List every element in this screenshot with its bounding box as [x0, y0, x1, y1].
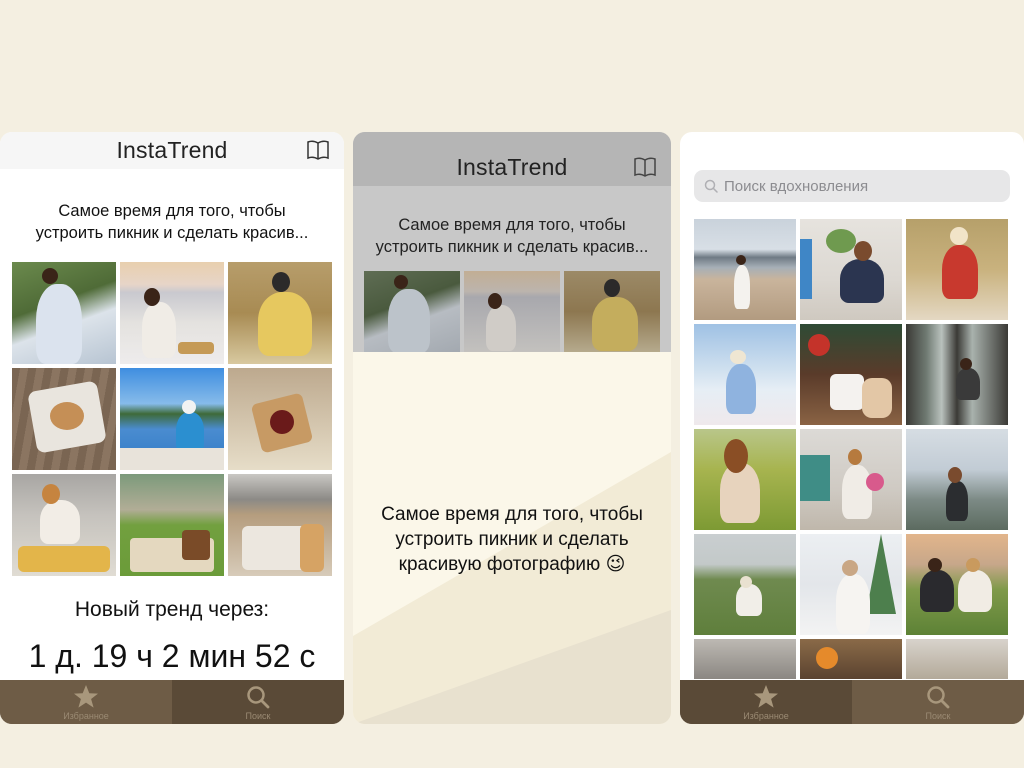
onboarding-line-3: красивую фотографию 😉 [398, 554, 626, 575]
tab-bar: Избранное Поиск [680, 680, 1024, 724]
trend-photo[interactable] [120, 262, 224, 364]
app-title: InstaTrend [456, 153, 568, 180]
trend-photo[interactable] [228, 262, 332, 364]
trend-photo[interactable] [228, 474, 332, 576]
inspiration-photo[interactable] [800, 219, 902, 320]
app-title: InstaTrend [116, 137, 228, 163]
trend-photo-grid [12, 262, 332, 576]
countdown-label: Новый тренд через: [74, 598, 270, 621]
dimmed-preview: InstaTrend Самое время для того, чтобы у… [353, 132, 671, 352]
trend-photo [564, 271, 660, 352]
star-icon [74, 685, 98, 708]
search-placeholder: Поиск вдохновления [724, 177, 869, 195]
tab-favorites[interactable]: Избранное [680, 680, 852, 724]
inspiration-photo[interactable] [694, 429, 796, 530]
trend-photo-strip [364, 271, 660, 352]
tab-search-label: Поиск [245, 711, 271, 721]
inspiration-photo[interactable] [694, 639, 796, 679]
trend-description: Самое время для того, чтобы устроить пик… [353, 214, 671, 258]
trend-screen: InstaTrend Самое время для того, чтобы у… [0, 132, 344, 724]
onboarding-line-1: Самое время для того, чтобы [381, 504, 643, 525]
tab-search[interactable]: Поиск [852, 680, 1024, 724]
inspiration-photo[interactable] [694, 219, 796, 320]
inspiration-photo[interactable] [800, 639, 902, 679]
book-icon[interactable] [306, 139, 330, 161]
trend-description: Самое время для того, чтобы устроить пик… [0, 200, 344, 244]
inspiration-photo[interactable] [906, 219, 1008, 320]
trend-description-line-2: устроить пикник и сделать красив... [35, 224, 309, 242]
countdown-timer: 1 д. 19 ч 2 мин 52 с [28, 638, 316, 674]
trend-photo[interactable] [12, 368, 116, 470]
star-icon [754, 685, 778, 708]
search-icon [704, 179, 718, 193]
inspiration-photo[interactable] [800, 324, 902, 425]
navigation-bar: InstaTrend [353, 132, 671, 186]
trend-photo[interactable] [120, 368, 224, 470]
trend-photo[interactable] [228, 368, 332, 470]
trend-photo[interactable] [12, 262, 116, 364]
trend-photo [364, 271, 460, 352]
tab-favorites-label: Избранное [743, 711, 789, 721]
book-icon [634, 157, 656, 177]
trend-description-line-1: Самое время для того, чтобы [398, 216, 626, 234]
search-input[interactable]: Поиск вдохновления [694, 170, 1010, 202]
tab-search-label: Поиск [925, 711, 951, 721]
search-screen: Поиск вдохновления Избранное Поиск [680, 132, 1024, 724]
onboarding-screen: InstaTrend Самое время для того, чтобы у… [353, 132, 671, 724]
search-icon [927, 686, 950, 709]
trend-description-line-2: устроить пикник и сделать красив... [375, 238, 649, 256]
trend-photo [464, 271, 560, 352]
inspiration-photo[interactable] [906, 534, 1008, 635]
inspiration-photo[interactable] [906, 429, 1008, 530]
inspiration-photo[interactable] [694, 534, 796, 635]
inspiration-photo[interactable] [906, 324, 1008, 425]
tab-bar: Избранное Поиск [0, 680, 344, 724]
inspiration-photo[interactable] [800, 429, 902, 530]
tab-favorites-label: Избранное [63, 711, 109, 721]
onboarding-line-2: устроить пикник и сделать [395, 529, 629, 550]
tab-favorites[interactable]: Избранное [0, 680, 172, 724]
inspiration-photo-grid [694, 219, 1008, 679]
search-icon [247, 686, 270, 709]
tab-search[interactable]: Поиск [172, 680, 344, 724]
navigation-bar: InstaTrend [0, 132, 344, 169]
trend-photo[interactable] [12, 474, 116, 576]
trend-photo[interactable] [120, 474, 224, 576]
onboarding-message: Самое время для того, чтобы устроить пик… [353, 502, 671, 577]
trend-description-line-1: Самое время для того, чтобы [58, 202, 286, 220]
inspiration-photo[interactable] [694, 324, 796, 425]
inspiration-photo[interactable] [800, 534, 902, 635]
inspiration-photo[interactable] [906, 639, 1008, 679]
